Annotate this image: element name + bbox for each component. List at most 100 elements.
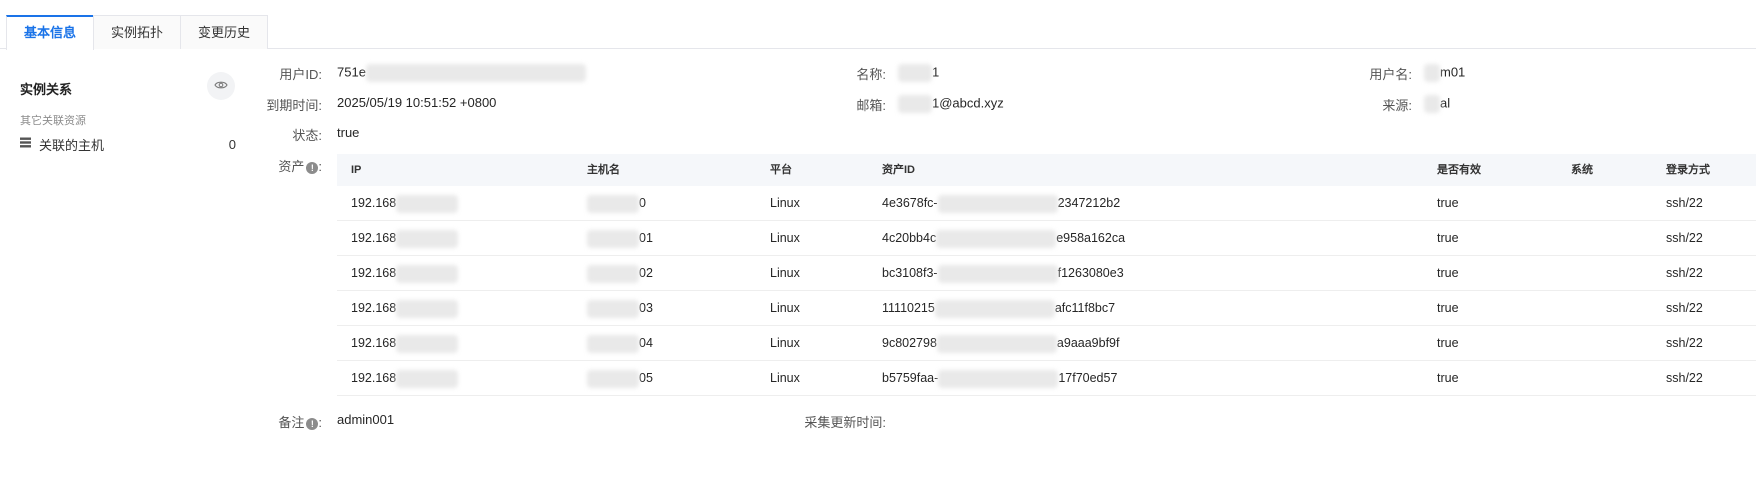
cell-hostname: 0 [587, 186, 646, 221]
sidebar-item-related-hosts[interactable]: 关联的主机 0 [20, 132, 236, 156]
name-label: 名称: [856, 67, 886, 82]
cell-ip: 192.168 [351, 361, 459, 396]
sidebar-item-label: 关联的主机 [39, 137, 105, 153]
asset-id-prefix: 4c20bb4c [882, 231, 937, 245]
ip-text: 192.168 [351, 196, 397, 210]
cell-platform: Linux [770, 301, 800, 315]
cell-login: ssh/22 [1666, 231, 1703, 245]
redacted-mask [938, 369, 1059, 388]
cell-login: ssh/22 [1666, 371, 1703, 385]
redacted-mask [365, 64, 586, 82]
ip-text: 192.168 [351, 266, 397, 280]
column-header-system: 系统 [1571, 164, 1593, 176]
tab-basic-info[interactable]: 基本信息 [6, 15, 94, 50]
asset-id-prefix: bc3108f3- [882, 266, 938, 280]
cell-asset-id: 11110215 afc11f8bc7 [882, 291, 1115, 326]
asset-id-suffix: 17f70ed57 [1058, 371, 1118, 385]
sidebar-title: 实例关系 [20, 82, 73, 97]
ip-text: 192.168 [351, 231, 397, 245]
expire-time-label: 到期时间: [266, 98, 322, 113]
name-text: 1 [932, 64, 940, 80]
table-row: 192.168 01 Linux 4c20bb4c e958a162ca true ssh/… [337, 221, 1756, 256]
hostname-text: 04 [639, 336, 653, 350]
hostname-text: 03 [639, 301, 653, 315]
asset-id-prefix: b5759faa- [882, 371, 939, 385]
tab-instance-topology[interactable]: 实例拓扑 [93, 15, 181, 49]
eye-toggle-button[interactable] [207, 72, 235, 100]
name-value: 1 [898, 64, 939, 82]
expire-time-value: 2025/05/19 10:51:52 +0800 [337, 95, 497, 110]
remark-label: 备注!: [278, 415, 322, 430]
help-icon[interactable]: ! [306, 418, 319, 430]
redacted-mask [936, 334, 1057, 353]
cell-hostname: 04 [587, 326, 653, 361]
column-header-ip: IP [351, 164, 362, 176]
remark-value: admin001 [337, 412, 395, 427]
cell-valid: true [1437, 371, 1459, 385]
cell-asset-id: 4e3678fc- 2347212b2 [882, 186, 1120, 221]
redacted-mask [937, 194, 1058, 213]
redacted-mask [396, 194, 459, 213]
redacted-mask [396, 264, 459, 283]
asset-id-prefix: 9c802798 [882, 336, 937, 350]
ip-text: 192.168 [351, 301, 397, 315]
username-text: m01 [1440, 64, 1466, 80]
assets-table: IP 主机名 平台 资产ID 是否有效 系统 登录方式 192.168 0 Linu… [337, 154, 1756, 396]
help-icon[interactable]: ! [306, 162, 319, 174]
sidebar-item-count: 0 [228, 136, 236, 152]
redacted-mask [587, 229, 639, 248]
asset-id-suffix: a9aaa9bf9f [1056, 336, 1120, 350]
user-id-value: 751e [337, 64, 586, 82]
redacted-mask [898, 64, 932, 82]
source-value: al [1424, 95, 1450, 113]
ip-text: 192.168 [351, 336, 397, 350]
ip-text: 192.168 [351, 371, 397, 385]
cell-ip: 192.168 [351, 221, 459, 256]
cell-platform: Linux [770, 266, 800, 280]
source-label: 来源: [1382, 98, 1412, 113]
email-label: 邮箱: [856, 98, 886, 113]
username-label: 用户名: [1369, 67, 1412, 82]
redacted-mask [587, 299, 639, 318]
assets-label-text: 资产 [278, 159, 305, 174]
column-header-login: 登录方式 [1666, 164, 1710, 176]
column-header-valid: 是否有效 [1437, 164, 1481, 176]
cell-hostname: 01 [587, 221, 653, 256]
assets-label: 资产!: [278, 159, 322, 174]
table-row: 192.168 04 Linux 9c802798 a9aaa9bf9f true ssh/… [337, 326, 1756, 361]
cell-login: ssh/22 [1666, 196, 1703, 210]
asset-id-suffix: e958a162ca [1056, 231, 1126, 245]
cell-ip: 192.168 [351, 291, 459, 326]
asset-id-suffix: afc11f8bc7 [1054, 301, 1116, 315]
remark-label-text: 备注 [278, 415, 305, 430]
redacted-mask [936, 229, 1057, 248]
username-value: m01 [1424, 64, 1465, 82]
asset-id-suffix: f1263080e3 [1057, 266, 1124, 280]
cell-asset-id: b5759faa- 17f70ed57 [882, 361, 1117, 396]
cell-ip: 192.168 [351, 326, 459, 361]
sidebar-section-label: 其它关联资源 [20, 115, 86, 127]
redacted-mask [587, 369, 639, 388]
cell-valid: true [1437, 231, 1459, 245]
collect-time-label: 采集更新时间: [804, 415, 886, 430]
table-header: IP 主机名 平台 资产ID 是否有效 系统 登录方式 [337, 154, 1756, 186]
tab-change-history[interactable]: 变更历史 [180, 15, 268, 49]
cell-valid: true [1437, 266, 1459, 280]
table-row: 192.168 03 Linux 11110215 afc11f8bc7 true ssh/… [337, 291, 1756, 326]
source-text: al [1440, 95, 1451, 111]
cell-valid: true [1437, 196, 1459, 210]
cell-asset-id: bc3108f3- f1263080e3 [882, 256, 1124, 291]
cell-platform: Linux [770, 196, 800, 210]
cell-platform: Linux [770, 371, 800, 385]
hostname-text: 02 [639, 266, 653, 280]
cell-login: ssh/22 [1666, 336, 1703, 350]
cell-platform: Linux [770, 336, 800, 350]
cell-hostname: 02 [587, 256, 653, 291]
sidebar: 实例关系 其它关联资源 关联的主机 0 [0, 50, 245, 478]
redacted-mask [396, 229, 459, 248]
hostname-text: 01 [639, 231, 653, 245]
column-header-platform: 平台 [770, 164, 792, 176]
redacted-mask [396, 299, 459, 318]
cell-ip: 192.168 [351, 186, 459, 221]
redacted-mask [396, 334, 459, 353]
